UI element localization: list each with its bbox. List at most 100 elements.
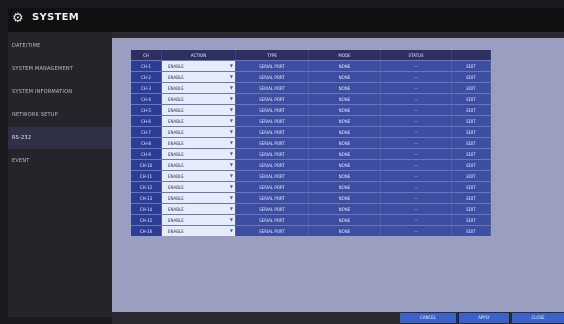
edit-button[interactable]: EDIT <box>452 104 491 115</box>
sidebar-item-rs232[interactable]: RS-232 <box>8 127 112 149</box>
table-header-row: CH ACTION TYPE MODE STATUS <box>131 50 491 60</box>
action-value: ENABLE <box>168 96 184 102</box>
status-cell: -- <box>381 137 452 148</box>
ch-cell: CH-3 <box>131 82 162 93</box>
ch-cell: CH-16 <box>131 225 162 236</box>
status-cell: -- <box>381 71 452 82</box>
table-row: CH-4 ENABLE ▼ SERIAL PORT NONE -- EDIT <box>131 93 491 104</box>
action-value: ENABLE <box>168 129 184 135</box>
action-dropdown[interactable]: ENABLE ▼ <box>162 126 236 137</box>
sidebar-item-event[interactable]: EVENT <box>8 150 112 172</box>
mode-cell: NONE <box>309 181 381 192</box>
mode-cell: NONE <box>309 60 381 71</box>
action-dropdown[interactable]: ENABLE ▼ <box>162 225 236 236</box>
chevron-down-icon: ▼ <box>229 184 233 189</box>
type-cell: SERIAL PORT <box>236 192 309 203</box>
mode-cell: NONE <box>309 71 381 82</box>
action-value: ENABLE <box>168 63 184 69</box>
mode-cell: NONE <box>309 159 381 170</box>
type-cell: SERIAL PORT <box>236 60 309 71</box>
chevron-down-icon: ▼ <box>229 195 233 200</box>
action-dropdown[interactable]: ENABLE ▼ <box>162 115 236 126</box>
chevron-down-icon: ▼ <box>229 107 233 112</box>
status-cell: -- <box>381 181 452 192</box>
ch-cell: CH-8 <box>131 137 162 148</box>
edit-button[interactable]: EDIT <box>452 82 491 93</box>
edit-button[interactable]: EDIT <box>452 60 491 71</box>
edit-button[interactable]: EDIT <box>452 93 491 104</box>
sidebar-item-system-information[interactable]: SYSTEM INFORMATION <box>8 81 112 103</box>
table-row: CH-10 ENABLE ▼ SERIAL PORT NONE -- EDIT <box>131 159 491 170</box>
action-value: ENABLE <box>168 162 184 168</box>
col-type: TYPE <box>236 50 309 60</box>
type-cell: SERIAL PORT <box>236 137 309 148</box>
action-dropdown[interactable]: ENABLE ▼ <box>162 214 236 225</box>
action-value: ENABLE <box>168 217 184 223</box>
action-value: ENABLE <box>168 107 184 113</box>
edit-button[interactable]: EDIT <box>452 192 491 203</box>
edit-button[interactable]: EDIT <box>452 203 491 214</box>
action-dropdown[interactable]: ENABLE ▼ <box>162 203 236 214</box>
action-dropdown[interactable]: ENABLE ▼ <box>162 170 236 181</box>
table-row: CH-14 ENABLE ▼ SERIAL PORT NONE -- EDIT <box>131 203 491 214</box>
action-value: ENABLE <box>168 228 184 234</box>
edit-button[interactable]: EDIT <box>452 126 491 137</box>
edit-button[interactable]: EDIT <box>452 181 491 192</box>
action-dropdown[interactable]: ENABLE ▼ <box>162 137 236 148</box>
action-value: ENABLE <box>168 184 184 190</box>
cancel-button[interactable]: CANCEL <box>400 313 456 323</box>
action-dropdown[interactable]: ENABLE ▼ <box>162 192 236 203</box>
type-cell: SERIAL PORT <box>236 93 309 104</box>
edit-button[interactable]: EDIT <box>452 159 491 170</box>
table-row: CH-6 ENABLE ▼ SERIAL PORT NONE -- EDIT <box>131 115 491 126</box>
action-value: ENABLE <box>168 140 184 146</box>
edit-button[interactable]: EDIT <box>452 148 491 159</box>
type-cell: SERIAL PORT <box>236 181 309 192</box>
table-row: CH-5 ENABLE ▼ SERIAL PORT NONE -- EDIT <box>131 104 491 115</box>
table-row: CH-7 ENABLE ▼ SERIAL PORT NONE -- EDIT <box>131 126 491 137</box>
edit-button[interactable]: EDIT <box>452 214 491 225</box>
chevron-down-icon: ▼ <box>229 151 233 156</box>
status-cell: -- <box>381 82 452 93</box>
edit-button[interactable]: EDIT <box>452 170 491 181</box>
chevron-down-icon: ▼ <box>229 96 233 101</box>
action-dropdown[interactable]: ENABLE ▼ <box>162 60 236 71</box>
title-bar: ⚙ SYSTEM <box>8 8 564 32</box>
action-dropdown[interactable]: ENABLE ▼ <box>162 82 236 93</box>
action-dropdown[interactable]: ENABLE ▼ <box>162 104 236 115</box>
mode-cell: NONE <box>309 192 381 203</box>
status-cell: -- <box>381 225 452 236</box>
edit-button[interactable]: EDIT <box>452 137 491 148</box>
panel-header-strip <box>112 32 564 38</box>
sidebar-item-date-time[interactable]: DATE/TIME <box>8 35 112 57</box>
sidebar-item-system-management[interactable]: SYSTEM MANAGEMENT <box>8 58 112 80</box>
mode-cell: NONE <box>309 214 381 225</box>
apply-button[interactable]: APPLY <box>459 313 509 323</box>
action-dropdown[interactable]: ENABLE ▼ <box>162 181 236 192</box>
sidebar-item-network-setup[interactable]: NETWORK SETUP <box>8 104 112 126</box>
edit-button[interactable]: EDIT <box>452 71 491 82</box>
type-cell: SERIAL PORT <box>236 225 309 236</box>
edit-button[interactable]: EDIT <box>452 115 491 126</box>
action-dropdown[interactable]: ENABLE ▼ <box>162 71 236 82</box>
col-mode: MODE <box>309 50 381 60</box>
edit-button[interactable]: EDIT <box>452 225 491 236</box>
action-dropdown[interactable]: ENABLE ▼ <box>162 148 236 159</box>
chevron-down-icon: ▼ <box>229 129 233 134</box>
ch-cell: CH-10 <box>131 159 162 170</box>
sidebar: DATE/TIME SYSTEM MANAGEMENT SYSTEM INFOR… <box>8 32 112 317</box>
close-button[interactable]: CLOSE <box>512 313 564 323</box>
page-title: SYSTEM <box>32 12 80 23</box>
table-body: CH-1 ENABLE ▼ SERIAL PORT NONE -- EDIT CH-2 ENA… <box>131 60 491 236</box>
chevron-down-icon: ▼ <box>229 173 233 178</box>
mode-cell: NONE <box>309 203 381 214</box>
status-cell: -- <box>381 115 452 126</box>
action-dropdown[interactable]: ENABLE ▼ <box>162 93 236 104</box>
ch-cell: CH-1 <box>131 60 162 71</box>
footer-bar: CANCEL APPLY CLOSE <box>112 312 564 324</box>
action-value: ENABLE <box>168 74 184 80</box>
chevron-down-icon: ▼ <box>229 162 233 167</box>
type-cell: SERIAL PORT <box>236 203 309 214</box>
table-row: CH-16 ENABLE ▼ SERIAL PORT NONE -- EDIT <box>131 225 491 236</box>
action-dropdown[interactable]: ENABLE ▼ <box>162 159 236 170</box>
